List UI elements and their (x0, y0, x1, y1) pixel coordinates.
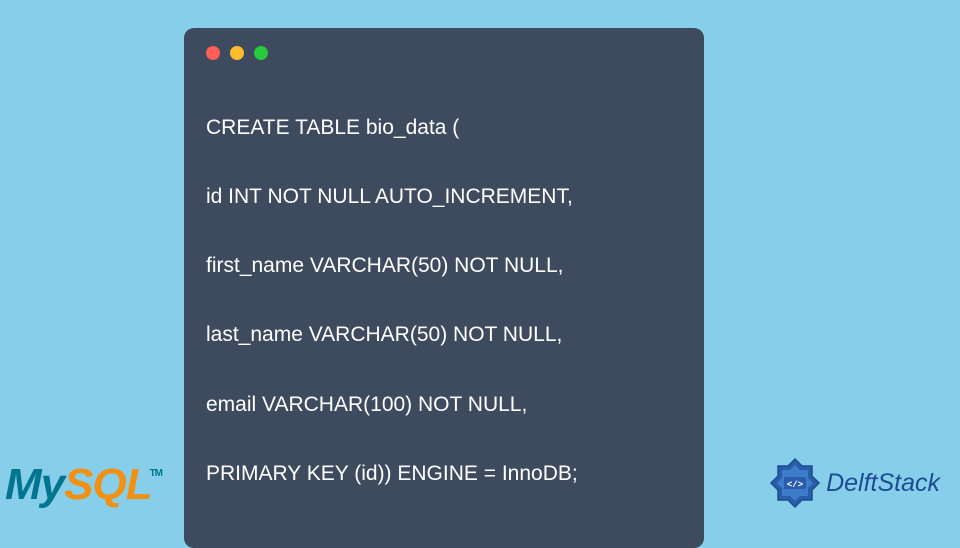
code-content: CREATE TABLE bio_data ( id INT NOT NULL … (206, 76, 682, 526)
close-icon (206, 46, 220, 60)
code-window: CREATE TABLE bio_data ( id INT NOT NULL … (184, 28, 704, 548)
code-line: CREATE TABLE bio_data ( (206, 111, 682, 146)
mysql-sql-text: SQL (64, 460, 151, 509)
delftstack-badge-icon: </> (768, 456, 822, 510)
minimize-icon (230, 46, 244, 60)
traffic-lights (206, 46, 682, 60)
code-line: PRIMARY KEY (id)) ENGINE = InnoDB; (206, 457, 682, 492)
maximize-icon (254, 46, 268, 60)
delftstack-text: DelftStack (826, 469, 940, 498)
mysql-my-text: My (5, 460, 64, 509)
code-line: first_name VARCHAR(50) NOT NULL, (206, 249, 682, 284)
delftstack-logo: </> DelftStack (768, 456, 940, 510)
mysql-tm-text: TM (150, 468, 162, 479)
code-line: email VARCHAR(100) NOT NULL, (206, 388, 682, 423)
code-line: last_name VARCHAR(50) NOT NULL, (206, 318, 682, 353)
mysql-logo: MySQLTM (5, 460, 164, 510)
svg-text:</>: </> (787, 480, 803, 490)
code-line: id INT NOT NULL AUTO_INCREMENT, (206, 180, 682, 215)
